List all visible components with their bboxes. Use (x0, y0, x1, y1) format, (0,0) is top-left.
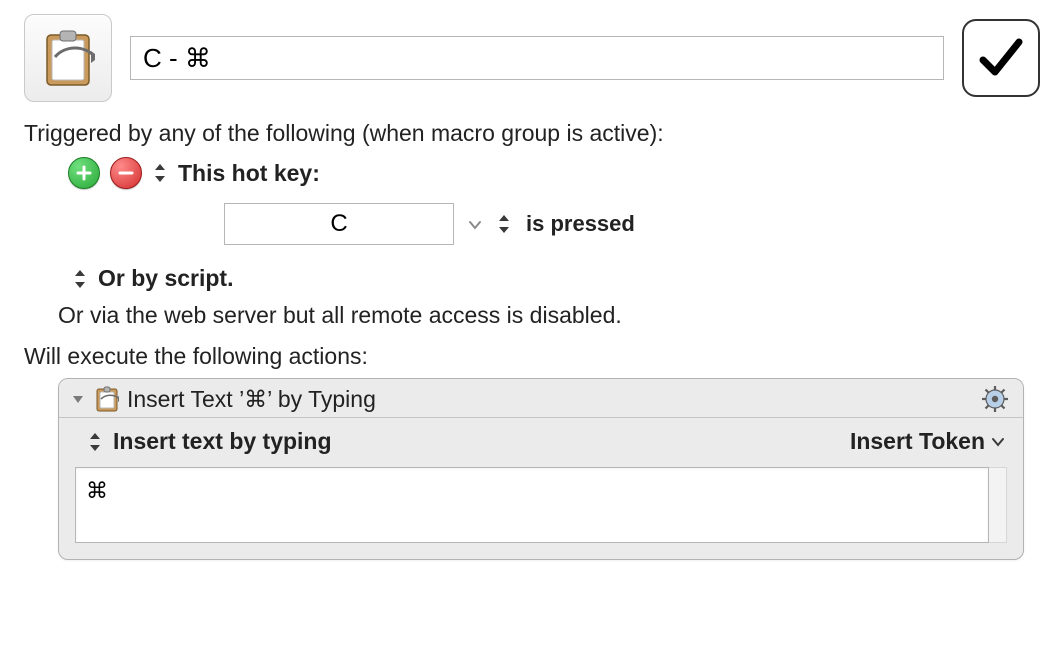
or-script-label: Or by script. (98, 265, 233, 292)
insert-method-label: Insert text by typing (113, 428, 332, 455)
hotkey-state-label: is pressed (526, 211, 635, 237)
action-settings-button[interactable] (981, 385, 1009, 413)
hotkey-input[interactable] (224, 203, 454, 245)
trigger-hotkey-label: This hot key: (178, 160, 320, 187)
clipboard-icon (41, 27, 95, 89)
insert-method-stepper[interactable] (87, 431, 103, 453)
actions-heading: Will execute the following actions: (24, 343, 1036, 370)
minus-icon (118, 165, 134, 181)
stepper-icon (88, 431, 102, 453)
remove-trigger-button[interactable] (110, 157, 142, 189)
plus-icon (76, 165, 92, 181)
gear-icon (981, 385, 1009, 413)
stepper-icon (497, 213, 511, 235)
macro-icon-button[interactable] (24, 14, 112, 102)
disclosure-triangle-icon (70, 391, 86, 407)
add-trigger-button[interactable] (68, 157, 100, 189)
scrollbar[interactable] (989, 467, 1007, 543)
action-text-input[interactable] (75, 467, 989, 543)
hotkey-state-stepper[interactable] (496, 213, 512, 235)
macro-name-input[interactable] (130, 36, 944, 80)
action-item: Insert Text ’⌘’ by Typing (58, 378, 1024, 560)
checkmark-icon (977, 34, 1025, 82)
hotkey-dropdown[interactable] (468, 214, 482, 235)
chevron-down-icon (468, 220, 482, 230)
stepper-icon (73, 268, 87, 290)
trigger-type-stepper[interactable] (152, 162, 168, 184)
or-via-webserver-label: Or via the web server but all remote acc… (58, 302, 1036, 329)
or-script-stepper[interactable] (72, 268, 88, 290)
action-title: Insert Text ’⌘’ by Typing (127, 386, 376, 413)
insert-token-label: Insert Token (850, 428, 985, 455)
enable-macro-toggle[interactable] (962, 19, 1040, 97)
triggers-heading: Triggered by any of the following (when … (24, 120, 1036, 147)
chevron-down-icon (991, 437, 1005, 447)
clipboard-icon (95, 385, 119, 413)
insert-token-button[interactable]: Insert Token (850, 428, 1005, 455)
action-disclosure-toggle[interactable] (69, 390, 87, 408)
stepper-icon (153, 162, 167, 184)
